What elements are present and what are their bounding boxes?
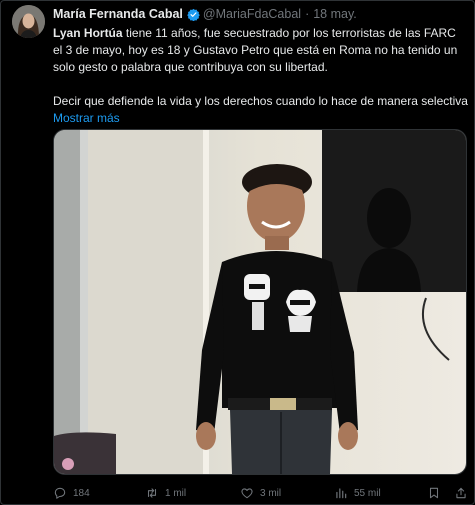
separator-dot: ·: [305, 7, 310, 21]
share-icon: [456, 487, 466, 499]
bookmark-button[interactable]: [427, 486, 447, 500]
views-icon: [336, 488, 347, 499]
like-count: 3 mil: [260, 487, 282, 499]
bookmark-icon: [429, 487, 439, 499]
mention-name: Lyan Hortúa: [53, 26, 123, 40]
tweet-date[interactable]: 18 may.: [313, 7, 357, 21]
tweet-text: Lyan Hortúa tiene 11 años, fue secuestra…: [53, 25, 468, 127]
verified-badge-icon: [187, 8, 200, 21]
tweet-paragraph-1: Lyan Hortúa tiene 11 años, fue secuestra…: [53, 25, 468, 76]
show-more-link[interactable]: Mostrar más: [53, 111, 120, 125]
author-name[interactable]: María Fernanda Cabal: [53, 7, 183, 21]
retweet-icon: [147, 488, 157, 498]
share-button[interactable]: [454, 486, 474, 500]
avatar[interactable]: [12, 5, 45, 38]
tweet-paragraph-2: Decir que defiende la vida y los derecho…: [53, 94, 468, 108]
like-button[interactable]: 3 mil: [240, 486, 281, 500]
reply-button[interactable]: 184: [53, 486, 90, 500]
tweet-header: María Fernanda Cabal @MariaFdaCabal · 18…: [53, 6, 468, 22]
retweet-button[interactable]: 1 mil: [145, 486, 186, 500]
like-icon: [241, 488, 253, 499]
reply-count: 184: [73, 487, 90, 499]
views-button[interactable]: 55 mil: [334, 486, 381, 500]
retweet-count: 1 mil: [165, 487, 187, 499]
reply-icon: [54, 487, 66, 499]
tweet-media-photo[interactable]: [53, 129, 467, 475]
tweet-card[interactable]: María Fernanda Cabal @MariaFdaCabal · 18…: [0, 0, 475, 505]
photo-boy: [54, 130, 466, 474]
views-count: 55 mil: [354, 487, 381, 499]
author-handle[interactable]: @MariaFdaCabal: [203, 7, 301, 21]
action-bar: 184 1 mil 3 mil 55 mil: [53, 485, 469, 501]
